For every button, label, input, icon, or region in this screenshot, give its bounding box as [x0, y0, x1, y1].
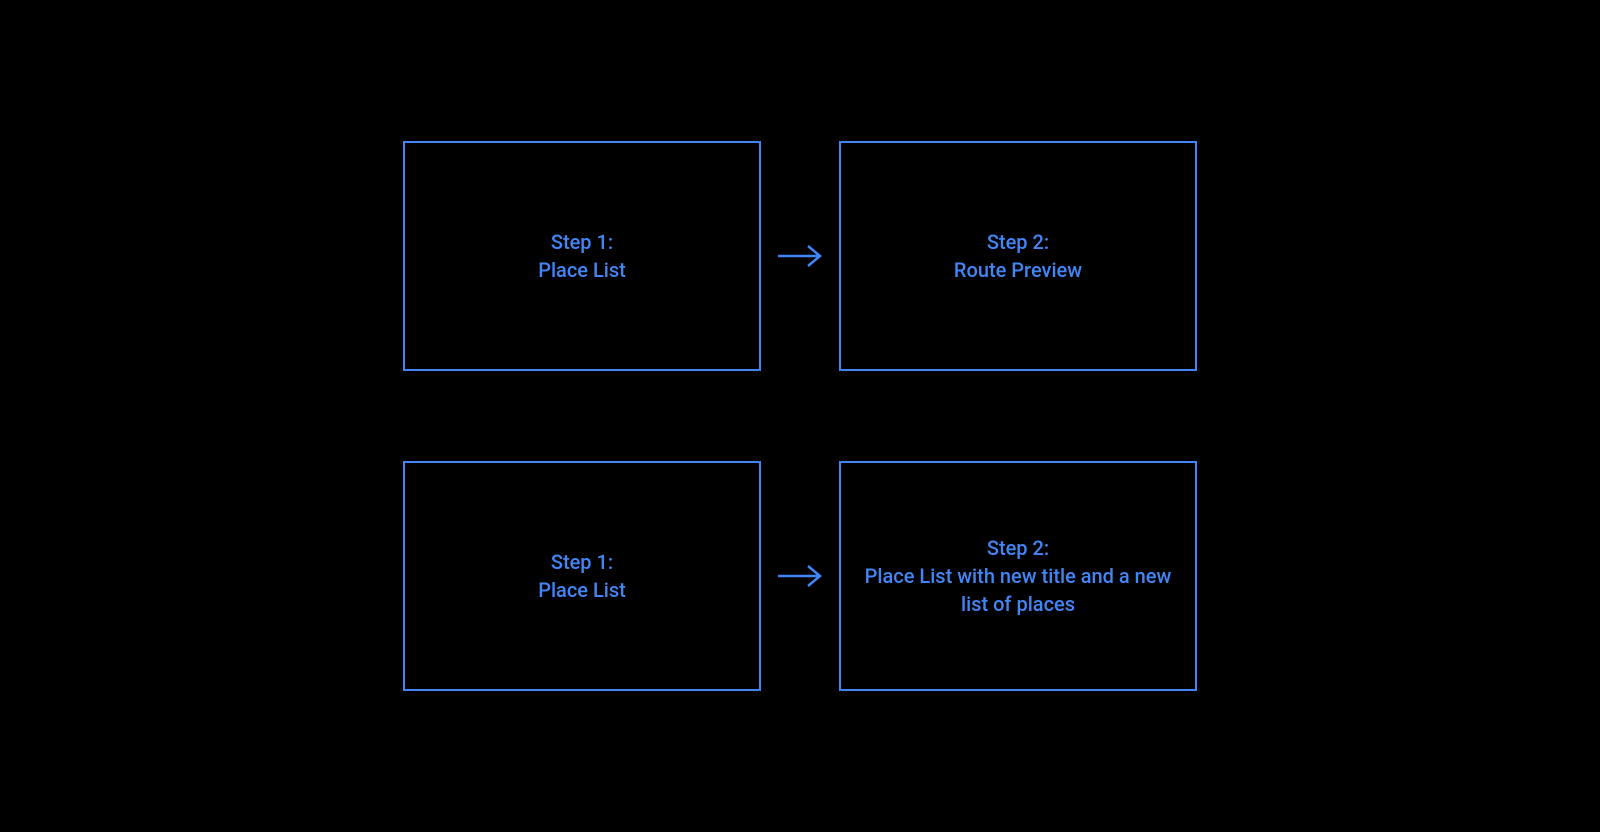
- step1-title: Step 1:: [551, 548, 613, 576]
- arrow-right-icon: [776, 242, 824, 270]
- arrow-container-1: [761, 242, 839, 270]
- flow-row-1: Step 1: Place List Step 2: Route Preview: [403, 141, 1197, 371]
- step1-subtitle: Place List: [538, 576, 626, 604]
- step2-subtitle: Place List with new title and a new list…: [861, 562, 1175, 618]
- diagram-container: Step 1: Place List Step 2: Route Preview…: [403, 141, 1197, 691]
- step1-title: Step 1:: [551, 228, 613, 256]
- step-box-1-2: Step 2: Route Preview: [839, 141, 1197, 371]
- step-box-2-2: Step 2: Place List with new title and a …: [839, 461, 1197, 691]
- step2-title: Step 2:: [987, 534, 1049, 562]
- step2-title: Step 2:: [987, 228, 1049, 256]
- step-box-1-1: Step 1: Place List: [403, 141, 761, 371]
- flow-row-2: Step 1: Place List Step 2: Place List wi…: [403, 461, 1197, 691]
- step2-subtitle: Route Preview: [954, 256, 1082, 284]
- arrow-right-icon: [776, 562, 824, 590]
- arrow-container-2: [761, 562, 839, 590]
- step1-subtitle: Place List: [538, 256, 626, 284]
- step-box-2-1: Step 1: Place List: [403, 461, 761, 691]
